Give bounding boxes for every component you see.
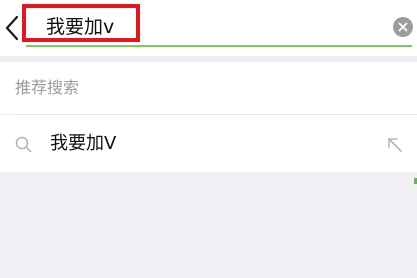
clear-icon [398,22,408,32]
search-underline [26,45,412,47]
suggestion-text: 我要加V [50,133,117,154]
suggestion-item[interactable]: 我要加V [0,115,417,172]
arrow-up-left-icon[interactable] [385,135,405,155]
clear-button[interactable] [393,17,413,37]
recommend-section-title: 推荐搜索 [15,78,80,97]
search-input[interactable] [26,8,386,46]
chevron-left-icon [5,15,19,41]
recommend-section-header: 推荐搜索 [0,62,417,114]
search-icon [15,136,32,153]
search-field [26,8,412,47]
search-bar [0,0,417,56]
back-button[interactable] [2,12,22,44]
